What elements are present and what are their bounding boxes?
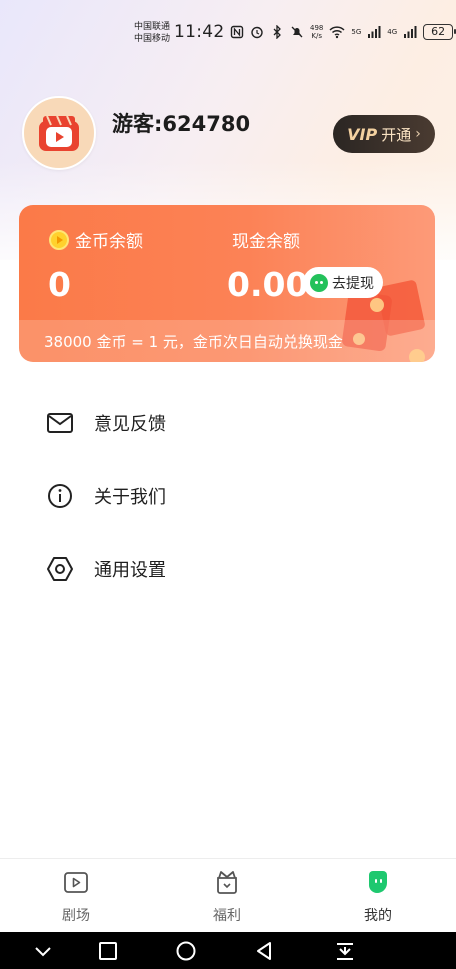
chevron-right-icon: ›: [415, 126, 421, 142]
bluetooth-icon: [273, 25, 281, 39]
alarm-icon: [251, 26, 263, 39]
system-nav-bar: [0, 932, 456, 969]
gift-icon: [217, 871, 237, 894]
cash-balance-label: 现金余额: [232, 232, 300, 252]
recents-icon[interactable]: [97, 940, 119, 962]
signal-2-icon: [404, 26, 417, 38]
net-speed-unit: K/s: [311, 32, 322, 40]
signal-1-icon: [368, 26, 381, 38]
status-time: 11:42: [174, 22, 225, 42]
battery-indicator: 62: [423, 24, 456, 40]
status-bar: 中国联通 中国移动 11:42 498 K/s 5G 4G 62: [0, 0, 456, 66]
exchange-note-strip: 38000 金币 = 1 元，金币次日自动兑换现金: [19, 320, 435, 362]
menu-item-settings[interactable]: 通用设置: [46, 549, 426, 589]
cash-balance-value: 0.00: [227, 265, 309, 304]
wallet-card: 金币余额 现金余额 0 0.00 去提现 38000 金币 = 1 元，金币次日…: [19, 205, 435, 362]
signal-2-label: 4G: [387, 28, 398, 36]
avatar[interactable]: [22, 96, 96, 170]
app-logo-icon: [39, 115, 79, 151]
back-icon[interactable]: [254, 940, 276, 962]
net-speed: 498 K/s: [310, 24, 323, 40]
mail-icon: [46, 409, 74, 437]
tab-mine[interactable]: 我的: [338, 869, 418, 929]
carrier-labels: 中国联通 中国移动: [134, 21, 170, 45]
tab-label: 我的: [364, 908, 392, 924]
carrier-2: 中国移动: [134, 34, 171, 44]
nfc-icon: [230, 25, 244, 39]
carrier-1: 中国联通: [134, 22, 171, 32]
theater-icon: [64, 872, 88, 893]
download-icon[interactable]: [334, 940, 356, 962]
info-icon: [46, 482, 74, 510]
tab-label: 剧场: [62, 908, 90, 924]
menu-item-about[interactable]: 关于我们: [46, 476, 426, 516]
menu-item-label: 意见反馈: [94, 414, 166, 435]
vip-badge: VIP: [347, 124, 378, 144]
mute-icon: [291, 26, 303, 38]
vip-label: 开通: [381, 125, 412, 144]
chevron-down-icon[interactable]: [32, 940, 54, 962]
status-icons: 498 K/s 5G 4G 62: [230, 24, 456, 40]
vip-open-button[interactable]: VIP 开通 ›: [333, 115, 435, 153]
wifi-icon: [329, 26, 345, 39]
withdraw-button[interactable]: 去提现: [303, 267, 383, 298]
tab-theater[interactable]: 剧场: [36, 869, 116, 929]
signal-1-label: 5G: [351, 28, 362, 36]
coin-icon: [49, 230, 69, 250]
menu-item-feedback[interactable]: 意见反馈: [46, 403, 426, 443]
username: 游客:624780: [112, 112, 251, 136]
exchange-note: 38000 金币 = 1 元，金币次日自动兑换现金: [44, 332, 343, 351]
net-speed-value: 498: [310, 24, 324, 32]
settings-icon: [46, 555, 74, 583]
profile-icon: [369, 871, 387, 893]
menu-item-label: 通用设置: [94, 560, 166, 581]
withdraw-label: 去提现: [332, 275, 374, 292]
coin-balance-label: 金币余额: [75, 232, 143, 252]
tab-welfare[interactable]: 福利: [187, 869, 267, 929]
coin-balance-value: 0: [48, 265, 71, 304]
home-icon[interactable]: [175, 940, 197, 962]
wechat-icon: [310, 273, 328, 292]
tab-label: 福利: [213, 908, 241, 924]
bottom-tab-bar: 剧场 福利 我的: [0, 858, 456, 932]
menu-item-label: 关于我们: [94, 487, 166, 508]
